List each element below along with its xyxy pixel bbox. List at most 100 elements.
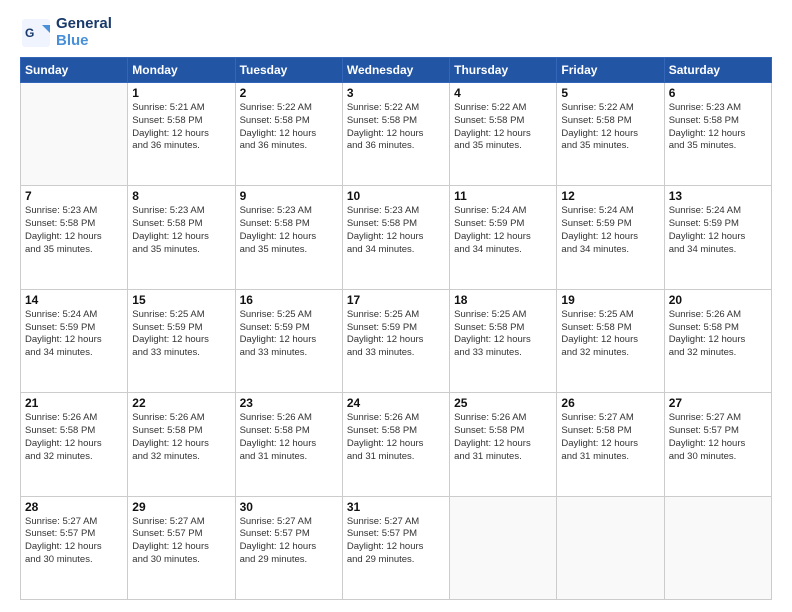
calendar-cell: 22 Sunrise: 5:26 AM Sunset: 5:58 PM Dayli… [128,393,235,496]
day-number: 20 [669,293,767,307]
calendar-cell: 1 Sunrise: 5:21 AM Sunset: 5:58 PM Daylig… [128,83,235,186]
calendar-cell: 16Sunrise: 5:25 AM Sunset: 5:59 PM Dayli… [235,289,342,392]
day-number: 4 [454,86,552,100]
day-info: Sunrise: 5:27 AM Sunset: 5:57 PM Dayligh… [240,516,338,567]
calendar-cell: 20 Sunrise: 5:26 AM Sunset: 5:58 PM Dayli… [664,289,771,392]
column-header-monday: Monday [128,58,235,83]
day-number: 12 [561,189,659,203]
day-info: Sunrise: 5:23 AM Sunset: 5:58 PM Dayligh… [132,205,230,256]
day-info: Sunrise: 5:24 AM Sunset: 5:59 PM Dayligh… [25,309,123,360]
day-number: 29 [132,500,230,514]
calendar-cell: 23 Sunrise: 5:26 AM Sunset: 5:58 PM Dayli… [235,393,342,496]
calendar-cell: 12 Sunrise: 5:24 AM Sunset: 5:59 PM Dayli… [557,186,664,289]
logo-blue: Blue [56,33,112,50]
day-info: Sunrise: 5:24 AM Sunset: 5:59 PM Dayligh… [561,205,659,256]
calendar-cell: 6 Sunrise: 5:23 AM Sunset: 5:58 PM Daylig… [664,83,771,186]
calendar-cell [21,83,128,186]
calendar-table: SundayMondayTuesdayWednesdayThursdayFrid… [20,57,772,600]
day-info: Sunrise: 5:26 AM Sunset: 5:58 PM Dayligh… [240,412,338,463]
calendar-cell [557,496,664,599]
column-header-sunday: Sunday [21,58,128,83]
svg-text:G: G [25,26,34,40]
day-info: Sunrise: 5:25 AM Sunset: 5:58 PM Dayligh… [454,309,552,360]
calendar-cell: 19 Sunrise: 5:25 AM Sunset: 5:58 PM Dayli… [557,289,664,392]
calendar-cell: 2Sunrise: 5:22 AM Sunset: 5:58 PM Daylig… [235,83,342,186]
day-number: 10 [347,189,445,203]
calendar-cell: 14Sunrise: 5:24 AM Sunset: 5:59 PM Dayli… [21,289,128,392]
calendar-cell: 4 Sunrise: 5:22 AM Sunset: 5:58 PM Daylig… [450,83,557,186]
day-info: Sunrise: 5:27 AM Sunset: 5:57 PM Dayligh… [25,516,123,567]
column-header-saturday: Saturday [664,58,771,83]
day-info: Sunrise: 5:25 AM Sunset: 5:58 PM Dayligh… [561,309,659,360]
column-header-thursday: Thursday [450,58,557,83]
day-number: 25 [454,396,552,410]
day-number: 6 [669,86,767,100]
day-number: 9 [240,189,338,203]
calendar-cell: 26Sunrise: 5:27 AM Sunset: 5:58 PM Dayli… [557,393,664,496]
page: G General Blue SundayMondayTuesdayWednes… [0,0,792,612]
day-number: 23 [240,396,338,410]
column-header-tuesday: Tuesday [235,58,342,83]
day-number: 28 [25,500,123,514]
calendar-cell: 24 Sunrise: 5:26 AM Sunset: 5:58 PM Dayli… [342,393,449,496]
logo-general: General [56,16,112,33]
day-info: Sunrise: 5:23 AM Sunset: 5:58 PM Dayligh… [347,205,445,256]
day-number: 5 [561,86,659,100]
day-info: Sunrise: 5:26 AM Sunset: 5:58 PM Dayligh… [669,309,767,360]
calendar-cell: 29 Sunrise: 5:27 AM Sunset: 5:57 PM Dayli… [128,496,235,599]
calendar-week-2: 7 Sunrise: 5:23 AM Sunset: 5:58 PM Daylig… [21,186,772,289]
day-number: 1 [132,86,230,100]
calendar-week-1: 1 Sunrise: 5:21 AM Sunset: 5:58 PM Daylig… [21,83,772,186]
day-info: Sunrise: 5:23 AM Sunset: 5:58 PM Dayligh… [240,205,338,256]
day-info: Sunrise: 5:27 AM Sunset: 5:57 PM Dayligh… [669,412,767,463]
day-number: 18 [454,293,552,307]
calendar-cell: 3 Sunrise: 5:22 AM Sunset: 5:58 PM Daylig… [342,83,449,186]
day-info: Sunrise: 5:24 AM Sunset: 5:59 PM Dayligh… [454,205,552,256]
header: G General Blue [20,16,772,49]
day-number: 24 [347,396,445,410]
calendar-week-4: 21Sunrise: 5:26 AM Sunset: 5:58 PM Dayli… [21,393,772,496]
calendar-cell: 28 Sunrise: 5:27 AM Sunset: 5:57 PM Dayli… [21,496,128,599]
day-info: Sunrise: 5:21 AM Sunset: 5:58 PM Dayligh… [132,102,230,153]
day-info: Sunrise: 5:25 AM Sunset: 5:59 PM Dayligh… [347,309,445,360]
column-header-friday: Friday [557,58,664,83]
column-header-wednesday: Wednesday [342,58,449,83]
day-number: 13 [669,189,767,203]
day-info: Sunrise: 5:26 AM Sunset: 5:58 PM Dayligh… [347,412,445,463]
calendar-cell: 27Sunrise: 5:27 AM Sunset: 5:57 PM Dayli… [664,393,771,496]
day-info: Sunrise: 5:24 AM Sunset: 5:59 PM Dayligh… [669,205,767,256]
calendar-cell: 30 Sunrise: 5:27 AM Sunset: 5:57 PM Dayli… [235,496,342,599]
calendar-header-row: SundayMondayTuesdayWednesdayThursdayFrid… [21,58,772,83]
day-info: Sunrise: 5:25 AM Sunset: 5:59 PM Dayligh… [132,309,230,360]
day-info: Sunrise: 5:26 AM Sunset: 5:58 PM Dayligh… [454,412,552,463]
calendar-cell: 13 Sunrise: 5:24 AM Sunset: 5:59 PM Dayli… [664,186,771,289]
day-info: Sunrise: 5:22 AM Sunset: 5:58 PM Dayligh… [347,102,445,153]
day-info: Sunrise: 5:23 AM Sunset: 5:58 PM Dayligh… [669,102,767,153]
logo: G General Blue [20,16,112,49]
day-info: Sunrise: 5:26 AM Sunset: 5:58 PM Dayligh… [132,412,230,463]
day-number: 30 [240,500,338,514]
day-number: 11 [454,189,552,203]
day-number: 22 [132,396,230,410]
calendar-cell: 21Sunrise: 5:26 AM Sunset: 5:58 PM Dayli… [21,393,128,496]
day-number: 19 [561,293,659,307]
calendar-cell: 8Sunrise: 5:23 AM Sunset: 5:58 PM Daylig… [128,186,235,289]
calendar-cell [450,496,557,599]
day-info: Sunrise: 5:22 AM Sunset: 5:58 PM Dayligh… [454,102,552,153]
day-info: Sunrise: 5:23 AM Sunset: 5:58 PM Dayligh… [25,205,123,256]
day-number: 16 [240,293,338,307]
calendar-cell: 10 Sunrise: 5:23 AM Sunset: 5:58 PM Dayli… [342,186,449,289]
day-info: Sunrise: 5:26 AM Sunset: 5:58 PM Dayligh… [25,412,123,463]
day-number: 17 [347,293,445,307]
day-info: Sunrise: 5:27 AM Sunset: 5:57 PM Dayligh… [347,516,445,567]
day-number: 31 [347,500,445,514]
calendar-week-5: 28 Sunrise: 5:27 AM Sunset: 5:57 PM Dayli… [21,496,772,599]
day-number: 3 [347,86,445,100]
calendar-cell: 7 Sunrise: 5:23 AM Sunset: 5:58 PM Daylig… [21,186,128,289]
day-info: Sunrise: 5:27 AM Sunset: 5:57 PM Dayligh… [132,516,230,567]
day-info: Sunrise: 5:22 AM Sunset: 5:58 PM Dayligh… [240,102,338,153]
day-number: 7 [25,189,123,203]
day-info: Sunrise: 5:22 AM Sunset: 5:58 PM Dayligh… [561,102,659,153]
calendar-cell [664,496,771,599]
calendar-cell: 5 Sunrise: 5:22 AM Sunset: 5:58 PM Daylig… [557,83,664,186]
